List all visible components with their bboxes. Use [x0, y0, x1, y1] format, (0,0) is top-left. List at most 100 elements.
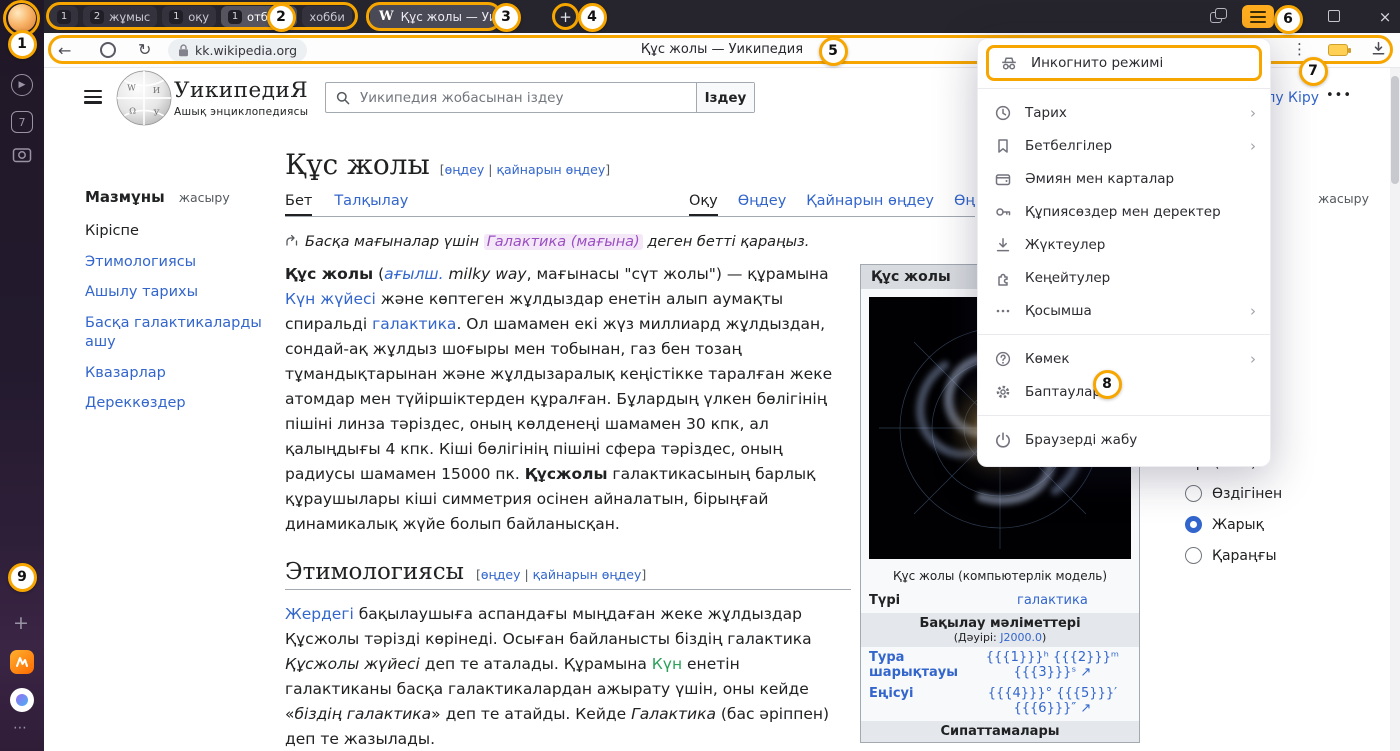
image-caption: Құс жолы (компьютерлік модель)	[861, 567, 1139, 590]
battery-saver-icon[interactable]	[1328, 44, 1348, 56]
video-play-icon[interactable]: ▶	[11, 74, 33, 96]
annotation-badge-8: 8	[1093, 370, 1122, 399]
svg-text:И: И	[153, 85, 160, 95]
tab-article[interactable]: Бет	[285, 193, 312, 216]
browser-menu-button[interactable]	[1242, 5, 1274, 28]
annotation-badge-9: 9	[8, 563, 37, 592]
svg-text:У: У	[153, 108, 159, 118]
color-option-light[interactable]: Жарық	[1185, 516, 1365, 533]
tab-counter-badge[interactable]: 7	[11, 111, 33, 133]
external-link-icon[interactable]: ↗	[1080, 665, 1091, 680]
appearance-hide-button[interactable]: жасыру	[1318, 191, 1369, 206]
toc-item[interactable]: Этимологиясы	[85, 253, 275, 273]
article-paragraph: Жердегі бақылаушыға аспандағы мыңдаған ж…	[285, 602, 851, 751]
window-maximize-button[interactable]	[1328, 10, 1340, 22]
menu-item-close-browser[interactable]: Браузерді жабу	[978, 423, 1270, 456]
menu-item-passwords[interactable]: Құпиясөздер мен деректер	[978, 195, 1270, 228]
url-chip[interactable]: kk.wikipedia.org	[168, 39, 307, 62]
tab-group-1[interactable]: 1	[50, 6, 78, 27]
tab-group-hobby[interactable]: хобби	[302, 6, 352, 27]
menu-item-help[interactable]: Көмек ›	[978, 342, 1270, 375]
tab-bar: 1 2 жұмыс 1 оқу 1 отбасы хобби W Құс жол…	[44, 0, 1400, 33]
toc-item[interactable]: Дереккөздер	[85, 394, 275, 414]
tab-truncated[interactable]: Өң	[954, 193, 975, 216]
annotation-badge-6: 6	[1274, 5, 1303, 34]
infobox-section-header: Бақылау мәліметтері (Дәуірі: J2000.0)	[861, 613, 1139, 647]
title-edit-links[interactable]: [өңдеу | қайнарын өңдеу]	[440, 162, 610, 177]
chevron-right-icon: ›	[1250, 302, 1256, 320]
sidebar-more-icon[interactable]: ⋯	[13, 720, 27, 736]
tab-groups: 1 2 жұмыс 1 оқу 1 отбасы хобби	[50, 6, 352, 27]
wiki-search-box: Іздеу	[325, 82, 755, 113]
sidebar-add-icon[interactable]: +	[13, 612, 29, 634]
power-icon	[994, 431, 1012, 449]
search-input[interactable]	[360, 83, 696, 112]
svg-text:W: W	[127, 83, 136, 93]
tab-group-jumys[interactable]: 2 жұмыс	[83, 6, 157, 27]
article-paragraph: Құс жолы (ағылш. milky way, мағынасы "сү…	[285, 262, 851, 537]
extensions-dots-icon[interactable]: ⋮	[1292, 40, 1307, 58]
toc-hide-button[interactable]: жасыру	[179, 190, 230, 205]
menu-item-wallet[interactable]: Әмиян мен карталар	[978, 162, 1270, 195]
window-close-button[interactable]: ×	[1370, 4, 1400, 29]
radio-icon[interactable]	[1185, 547, 1202, 564]
menu-item-downloads[interactable]: Жүктеулер	[978, 228, 1270, 261]
tab-panels-icon[interactable]	[1210, 8, 1228, 24]
toc-item[interactable]: Квазарлар	[85, 364, 275, 384]
tab-talk[interactable]: Талқылау	[334, 193, 408, 216]
menu-item-extensions[interactable]: Кеңейтулер	[978, 261, 1270, 294]
toc-item[interactable]: Ашылу тарихы	[85, 283, 275, 303]
login-link[interactable]: Кіру	[1288, 90, 1319, 106]
color-option-auto[interactable]: Өздігінен	[1185, 485, 1365, 502]
menu-item-bookmarks[interactable]: Бетбелгілер ›	[978, 129, 1270, 162]
tab-group-oqu[interactable]: 1 оқу	[162, 6, 216, 27]
wiki-main-menu-icon[interactable]	[84, 90, 102, 104]
toc-title: Мазмұны	[85, 188, 165, 206]
menu-item-more[interactable]: Қосымша ›	[978, 294, 1270, 327]
more-dots-icon	[994, 302, 1012, 320]
menu-item-history[interactable]: Тарих ›	[978, 96, 1270, 129]
tab-group-label: хобби	[309, 10, 345, 24]
alice-assistant-icon[interactable]	[10, 688, 34, 712]
downloads-button-icon[interactable]	[1370, 40, 1387, 61]
scrollbar[interactable]	[1390, 68, 1400, 751]
annotation-badge-3: 3	[492, 3, 521, 32]
article-title: Құс жолы	[285, 148, 430, 181]
chevron-right-icon: ›	[1250, 137, 1256, 155]
toc-item[interactable]: Кіріспе	[85, 222, 275, 242]
active-tab[interactable]: W Құс жолы — Уик ×	[370, 4, 498, 29]
wikipedia-wordmark[interactable]: УикипедиЯ Ашық энциклопедиясы	[174, 78, 308, 118]
menu-item-incognito[interactable]: Инкогнито режимі	[986, 45, 1262, 81]
yandex-music-icon[interactable]	[10, 650, 34, 674]
tab-edit-source[interactable]: Қайнарын өңдеу	[806, 193, 934, 216]
tab-read[interactable]: Оқу	[689, 193, 718, 216]
tab-group-count: 1	[57, 10, 71, 24]
scrollbar-thumb[interactable]	[1391, 76, 1399, 184]
radio-icon[interactable]	[1185, 485, 1202, 502]
annotation-badge-2: 2	[267, 3, 296, 32]
screenshot-icon[interactable]	[11, 144, 33, 170]
menu-item-settings[interactable]: Баптаулар	[978, 375, 1270, 408]
wikipedia-logo[interactable]: WИΩУ	[116, 70, 172, 130]
annotation-badge-5: 5	[819, 37, 848, 66]
section-edit-links[interactable]: [өңдеу | қайнарын өңдеу]	[476, 567, 646, 582]
passwords-key-icon	[994, 203, 1012, 221]
ra-label-link[interactable]: Тура шарықтауы	[869, 650, 974, 680]
personal-tools-more[interactable]: •••	[1326, 88, 1352, 103]
search-submit-button[interactable]: Іздеу	[696, 83, 754, 112]
back-button-icon[interactable]: ←	[58, 41, 71, 60]
browser-menu: Инкогнито режимі Тарих › Бетбелгілер › Ә…	[977, 38, 1271, 467]
infobox-value-link[interactable]: галактика	[974, 593, 1131, 608]
external-link-icon[interactable]: ↗	[1080, 701, 1091, 716]
yandex-search-icon[interactable]	[100, 42, 116, 58]
disambiguation-icon	[285, 233, 298, 246]
toc-item[interactable]: Басқа галактикаларды ашу	[85, 314, 275, 353]
reload-icon[interactable]: ↻	[138, 40, 151, 59]
dec-label-link[interactable]: Еңісуі	[869, 686, 974, 701]
new-tab-button[interactable]: +	[552, 3, 579, 30]
tab-edit[interactable]: Өңдеу	[738, 193, 787, 216]
radio-checked-icon[interactable]	[1185, 516, 1202, 533]
color-option-dark[interactable]: Қараңғы	[1185, 547, 1365, 564]
active-tab-title: Құс жолы — Уик	[401, 10, 498, 24]
dec-value: {{{4}}}° {{{5}}}′ {{{6}}}″ ↗	[974, 686, 1131, 716]
